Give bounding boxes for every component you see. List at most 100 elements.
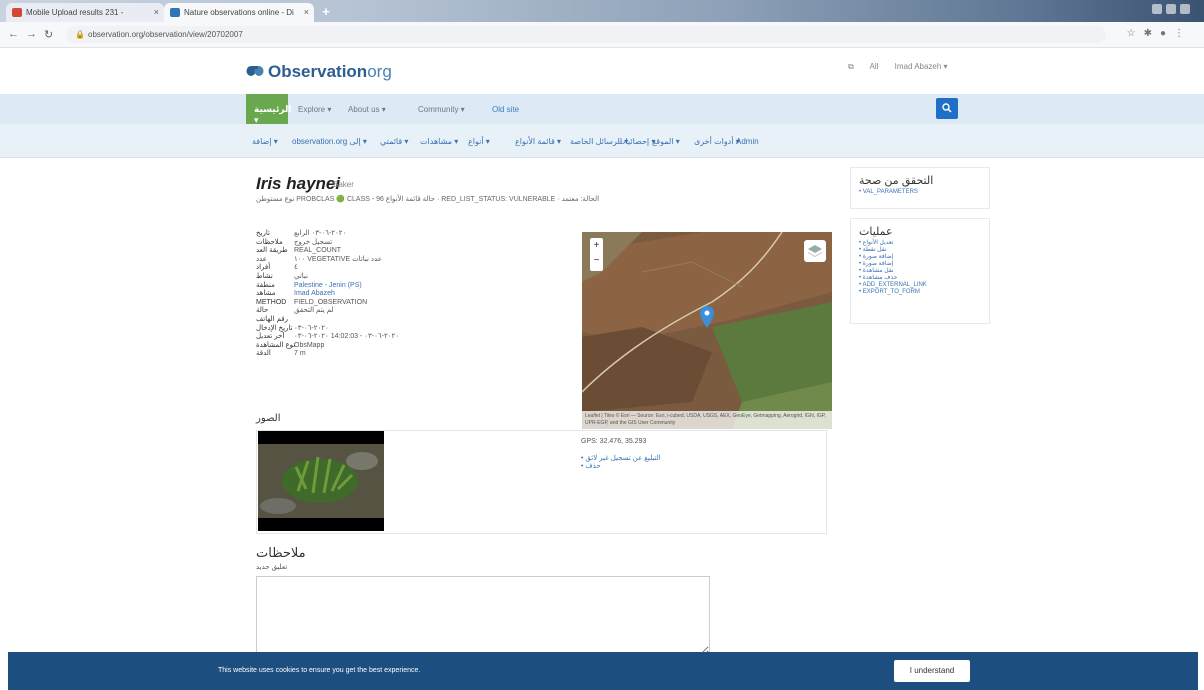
primary-nav: الرئيسية ▾ Explore ▾ About us ▾ Communit…	[0, 94, 1204, 125]
actions-heading: عمليات	[859, 226, 893, 238]
nav2-item[interactable]: إضافة ▾	[252, 137, 278, 146]
nav2-item[interactable]: أدوات أخرى ▾	[694, 137, 740, 146]
search-button[interactable]	[936, 98, 958, 119]
report-photo-link[interactable]: • التبليغ عن تسجيل غير لائق	[581, 455, 661, 463]
zoom-in-button[interactable]: +	[590, 238, 603, 253]
detail-row: عدد ١٠٠ VEGETATIVE عدد نباتات	[256, 256, 399, 265]
detail-value: تسجيل خروج	[294, 238, 333, 246]
detail-value: ٢٠٢٠-٠٦-٠٣	[294, 324, 329, 332]
comment-textarea[interactable]	[256, 576, 710, 656]
detail-row: مشاهد Imad Abazeh	[256, 290, 399, 299]
site-logo[interactable]: Observationorg	[268, 62, 392, 82]
nav-home-dropdown[interactable]: الرئيسية ▾	[246, 94, 291, 125]
action-item[interactable]: EXPORT_TO_FORM	[859, 289, 981, 296]
observation-details: تاريخ ٢٠٢٠-٠٦-٠٣ الرابع ملاحظات تسجيل خروج ط…	[256, 230, 399, 359]
nav2-item[interactable]: observation.org إلى ▾	[292, 137, 367, 146]
observation-map[interactable]: + − Leaflet | Tiles © Esri — Source: Esr…	[582, 232, 832, 429]
site-header: Observationorg ⧉ All Imad Abazeh ▾	[0, 48, 1204, 94]
species-author: Baker	[333, 180, 354, 189]
detail-label: منطقة	[256, 281, 275, 289]
forward-icon[interactable]: →	[26, 28, 37, 40]
photos-heading: الصور	[256, 413, 281, 424]
new-comment-label: تعليق جديد	[256, 564, 288, 571]
close-icon[interactable]: ×	[304, 7, 309, 17]
nav-old-site[interactable]: Old site	[492, 105, 519, 114]
detail-value: REAL_COUNT	[294, 247, 342, 255]
detail-row: تاريخ الإدخال ٢٠٢٠-٠٦-٠٣	[256, 325, 399, 334]
close-icon[interactable]: ×	[154, 7, 159, 17]
observation-photo[interactable]	[258, 431, 384, 531]
map-layers-button[interactable]	[804, 240, 826, 262]
header-link-all[interactable]: All	[870, 62, 879, 71]
search-icon	[942, 103, 952, 113]
reload-icon[interactable]: ↻	[44, 28, 53, 41]
back-icon[interactable]: ←	[8, 28, 19, 40]
detail-value: ObsMapp	[294, 341, 325, 349]
zoom-out-button[interactable]: −	[590, 253, 603, 268]
satellite-tiles	[582, 232, 832, 429]
binoculars-logo-icon	[246, 66, 264, 76]
detail-label: نوع المشاهدة	[256, 341, 296, 349]
action-item[interactable]: حذف مشاهدة	[859, 275, 981, 282]
nav-explore[interactable]: Explore ▾	[298, 105, 331, 114]
nav2-item[interactable]: إحصائيات ▾	[618, 137, 655, 146]
user-menu[interactable]: Imad Abazeh ▾	[895, 62, 948, 71]
browser-tab-observation[interactable]: Nature observations online - Di ×	[164, 3, 314, 22]
verify-panel: التحقق من صحة VAL_PARAMETERS	[850, 167, 990, 209]
detail-label: نشاط	[256, 272, 273, 280]
detail-row: ملاحظات تسجيل خروج	[256, 239, 399, 248]
browser-tab-gmail[interactable]: Mobile Upload results 231 - ×	[6, 3, 164, 22]
detail-label: تاريخ	[256, 230, 270, 237]
action-item[interactable]: إضافة صورة	[859, 261, 981, 268]
nav-community[interactable]: Community ▾	[418, 105, 465, 114]
detail-value: ٤	[294, 264, 298, 272]
observation-favicon-icon	[170, 8, 180, 17]
header-user-links: ⧉ All Imad Abazeh ▾	[848, 62, 962, 72]
detail-label: طريقة العد	[256, 247, 288, 255]
address-bar-row: ← → ↻ 🔒 observation.org/observation/view…	[0, 22, 1204, 48]
detail-label: رقم الهاتف	[256, 315, 288, 323]
cookie-message: This website uses cookies to ensure you …	[218, 667, 421, 674]
action-item[interactable]: إضافة صورة	[859, 254, 981, 261]
detail-value: FIELD_OBSERVATION	[294, 298, 368, 306]
nav2-item[interactable]: مشاهدات ▾	[420, 137, 458, 146]
detail-value: ٢٠٢٠-٠٦-٠٣ الرابع	[294, 230, 347, 237]
action-item[interactable]: ADD_EXTERNAL_LINK	[859, 282, 981, 289]
actions-panel: عمليات تعديل الأنواع نقل نقطة إضافة صورة…	[850, 218, 990, 324]
map-zoom-control: + −	[590, 238, 603, 271]
detail-row: طريقة العد REAL_COUNT	[256, 247, 399, 256]
new-tab-button[interactable]: +	[318, 5, 334, 19]
detail-value: نباتي	[294, 272, 308, 280]
detail-value[interactable]: Imad Abazeh	[294, 290, 335, 297]
nav2-item[interactable]: قائمتي ▾	[380, 137, 408, 146]
map-marker-icon[interactable]	[700, 306, 714, 328]
external-link-icon[interactable]: ⧉	[848, 62, 854, 71]
detail-row: آخر تعديل ٢٠٢٠-٠٦-٠٣ 14:02:03 - ٢٠٢٠-٠٦-٠…	[256, 333, 399, 342]
browser-tab-bar: Mobile Upload results 231 - × Nature obs…	[0, 0, 1204, 22]
delete-photo-link[interactable]: • حذف	[581, 463, 661, 471]
detail-value[interactable]: Palestine - Jenin (PS)	[294, 282, 362, 289]
action-item[interactable]: نقل مشاهدة	[859, 268, 981, 275]
url-input[interactable]: 🔒 observation.org/observation/view/20702…	[66, 26, 1106, 43]
verify-item[interactable]: VAL_PARAMETERS	[859, 189, 981, 196]
browser-toolbar-icons[interactable]: ☆✱●⋮	[1127, 28, 1192, 39]
detail-label: METHOD	[256, 298, 287, 306]
cookie-accept-button[interactable]: I understand	[894, 660, 970, 682]
gps-coordinates: GPS: 32.476, 35.293	[581, 438, 647, 445]
detail-row: الدقة 7 m	[256, 350, 399, 359]
nav-about-us[interactable]: About us ▾	[348, 105, 386, 114]
tab-title: Mobile Upload results 231 -	[26, 8, 124, 17]
verify-heading: التحقق من صحة	[859, 175, 934, 187]
nav2-item[interactable]: الموقع ▾	[652, 137, 680, 146]
nav2-item[interactable]: أنواع ▾	[468, 137, 490, 146]
nav2-admin[interactable]: Admin	[736, 137, 759, 146]
action-item[interactable]: تعديل الأنواع	[859, 240, 981, 247]
detail-label: ملاحظات	[256, 238, 283, 246]
window-controls[interactable]	[1148, 4, 1196, 16]
species-title[interactable]: Iris haynei	[256, 174, 340, 194]
layers-icon	[808, 245, 822, 257]
action-item[interactable]: نقل نقطة	[859, 247, 981, 254]
nav2-item[interactable]: قائمة الأنواع ▾	[515, 137, 561, 146]
detail-label: حالة	[256, 307, 269, 315]
url-text: observation.org/observation/view/2070200…	[88, 30, 243, 39]
